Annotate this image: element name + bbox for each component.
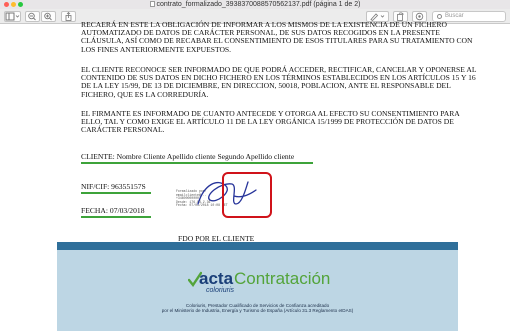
title-bar: contrato_formalizado_3938370088570562137… xyxy=(0,0,510,9)
sidebar-icon xyxy=(5,12,20,21)
paragraph-consent: El firmante es informado de cuanto antec… xyxy=(81,109,460,135)
paragraph-data-obligation: recaerá en este la obligación de informa… xyxy=(81,20,473,54)
sidebar-toggle-button[interactable] xyxy=(4,11,21,22)
nif-underline xyxy=(81,192,151,194)
signature-highlight-box xyxy=(222,172,272,218)
logo-contratacion-text: Contratación xyxy=(234,269,331,288)
search-placeholder: Buscar xyxy=(445,13,464,19)
zoom-in-button[interactable] xyxy=(41,11,56,22)
client-underline xyxy=(81,162,313,164)
zoom-out-icon xyxy=(28,12,36,21)
window-title-text: contrato_formalizado_3938370088570562137… xyxy=(156,1,361,8)
paragraph-data-rights: El cliente reconoce ser informado de que… xyxy=(81,65,477,99)
search-icon xyxy=(437,14,442,19)
date-underline xyxy=(81,216,151,218)
pdf-page: recaerá en este la obligación de informa… xyxy=(0,20,510,331)
acta-contratacion-banner: acta Contratación coloriuris Coloriuris,… xyxy=(57,242,458,331)
date-field: FECHA: 07/03/2018 xyxy=(81,206,145,215)
share-icon xyxy=(65,11,72,21)
client-name-field: CLIENTE: Nombre Cliente Apellido cliente… xyxy=(81,152,295,161)
nif-field: NIF/CIF: 96355157S xyxy=(81,182,146,191)
logo-coloriuris-text: coloriuris xyxy=(206,287,235,294)
banner-top-bar xyxy=(57,242,458,250)
share-button[interactable] xyxy=(61,11,76,22)
banner-ministry-text: por el Ministerio de Industria, Energía … xyxy=(161,308,354,313)
window-title: contrato_formalizado_3938370088570562137… xyxy=(0,0,510,9)
pdf-document-icon xyxy=(149,1,155,7)
zoom-in-icon xyxy=(44,12,52,21)
zoom-out-button[interactable] xyxy=(25,11,40,22)
